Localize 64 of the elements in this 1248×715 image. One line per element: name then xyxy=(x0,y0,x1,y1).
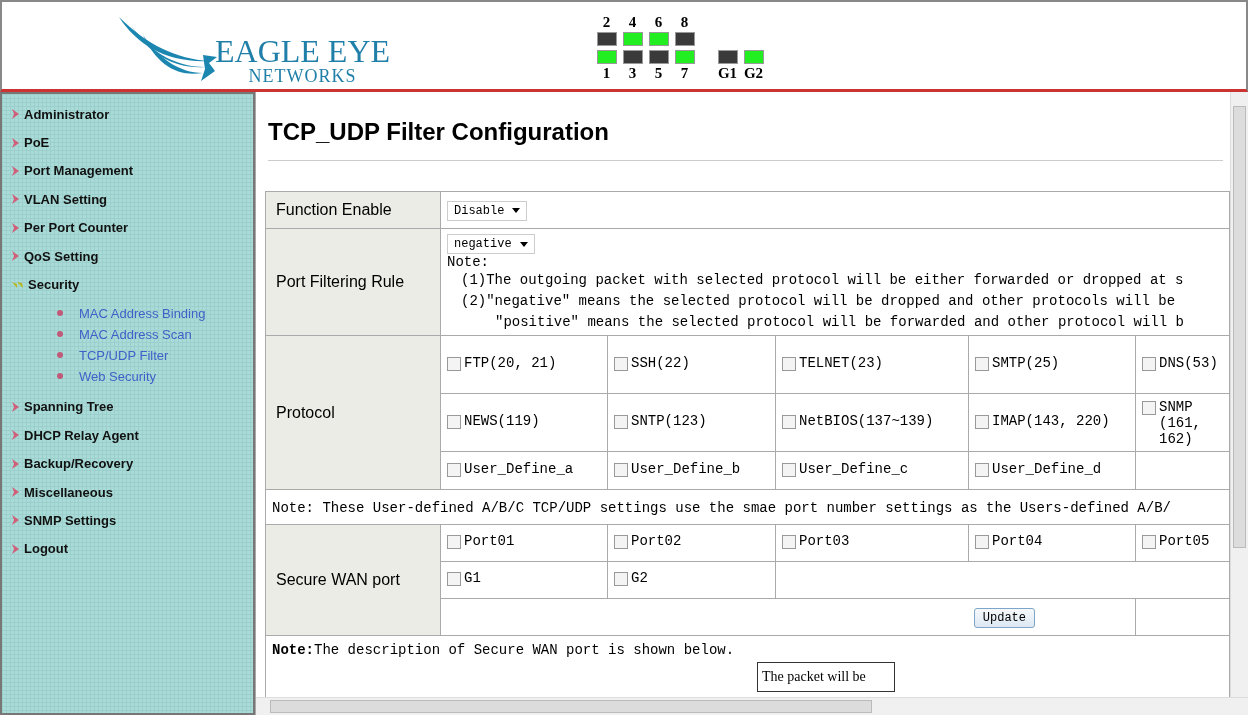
port-checkbox[interactable]: G1 xyxy=(447,570,481,586)
note-text: (2)″negative″ means the selected protocol will be dropped and other protocols will be xyxy=(460,292,1177,311)
protocol-checkbox[interactable]: SMTP(25) xyxy=(975,354,1060,371)
diagram-box: The packet will be xyxy=(757,662,895,692)
port-number: G2 xyxy=(743,65,764,81)
note-label: Note: xyxy=(447,254,490,270)
sidebar-item[interactable]: Logout xyxy=(24,541,69,557)
sidebar-subitem[interactable]: Web Security xyxy=(79,368,157,384)
row-label: Protocol xyxy=(265,335,441,490)
caret-icon xyxy=(512,208,521,213)
update-button[interactable]: Update xyxy=(973,607,1035,628)
port-checkbox[interactable]: Port04 xyxy=(975,533,1043,549)
vertical-scrollbar[interactable] xyxy=(1230,92,1248,698)
note-text: Note: These User-defined A/B/C TCP/UDP settings use the smae port number settings as the Users-defined A/B/ xyxy=(272,500,1171,516)
note-text: Note:The description of Secure WAN port is shown below. xyxy=(272,642,736,658)
sidebar-item[interactable]: Security xyxy=(28,277,80,293)
sidebar-subitem[interactable]: MAC Address Scan xyxy=(79,326,192,342)
port-number: 6 xyxy=(654,14,663,30)
port-number: 5 xyxy=(654,65,663,81)
protocol-checkbox[interactable]: SNTP(123) xyxy=(614,412,707,429)
note-text: (1)The outgoing packet with selected protocol will be either forwarded or dropped at s xyxy=(460,271,1185,290)
port-number: 2 xyxy=(602,14,611,30)
sidebar-item[interactable]: Backup/Recovery xyxy=(24,456,134,472)
brand-name: EAGLE EYE xyxy=(215,34,391,67)
sidebar-item[interactable]: Port Management xyxy=(24,163,134,179)
port-number: G1 xyxy=(717,65,738,81)
port-checkbox[interactable]: Port03 xyxy=(782,533,850,549)
port-checkbox[interactable]: Port02 xyxy=(614,533,682,549)
protocol-checkbox[interactable]: FTP(20, 21) xyxy=(447,354,557,371)
bullet-icon xyxy=(57,331,63,338)
bullet-icon xyxy=(57,373,63,380)
port-number: 4 xyxy=(628,14,637,30)
function-enable-dropdown[interactable]: Disable xyxy=(447,200,528,221)
sidebar-item[interactable]: DHCP Relay Agent xyxy=(24,427,139,443)
port-checkbox[interactable]: Port01 xyxy=(447,533,515,549)
sidebar-item[interactable]: QoS Setting xyxy=(24,248,99,264)
protocol-checkbox[interactable]: TELNET(23) xyxy=(782,354,883,371)
bullet-icon xyxy=(57,310,63,317)
caret-icon xyxy=(519,241,528,247)
sidebar-item[interactable]: Spanning Tree xyxy=(24,399,114,415)
row-label: Port Filtering Rule xyxy=(265,228,441,336)
brand-subtitle: NETWORKS xyxy=(248,66,357,85)
sidebar-item[interactable]: VLAN Setting xyxy=(24,191,108,207)
port-checkbox[interactable]: G2 xyxy=(614,570,648,586)
port-number: 1 xyxy=(602,65,611,81)
row-label: Function Enable xyxy=(265,191,441,229)
page-title: TCP_UDP Filter Configuration xyxy=(268,118,1223,161)
protocol-checkbox[interactable]: NEWS(119) xyxy=(447,412,540,429)
port-number: 7 xyxy=(680,65,689,81)
sidebar-subitem[interactable]: MAC Address Binding xyxy=(79,305,206,321)
sidebar-item[interactable]: PoE xyxy=(24,135,50,151)
bullet-icon xyxy=(57,352,63,359)
sidebar-item[interactable]: Per Port Counter xyxy=(24,220,128,236)
port-number: 8 xyxy=(680,14,689,30)
protocol-checkbox[interactable]: SSH(22) xyxy=(614,354,690,371)
filtering-rule-dropdown[interactable]: negative xyxy=(447,234,535,254)
port-number: 3 xyxy=(628,65,637,81)
sidebar-subitem[interactable]: TCP/UDP Filter xyxy=(79,347,169,363)
note-text: ″positive″ means the selected protocol will be forwarded and other protocol will b xyxy=(494,313,1185,332)
sidebar-item[interactable]: Miscellaneous xyxy=(24,484,113,500)
row-label: Secure WAN port xyxy=(265,524,441,636)
sidebar-item[interactable]: Administrator xyxy=(24,106,110,122)
horizontal-scrollbar[interactable] xyxy=(256,697,1248,715)
sidebar-item[interactable]: SNMP Settings xyxy=(24,513,117,528)
